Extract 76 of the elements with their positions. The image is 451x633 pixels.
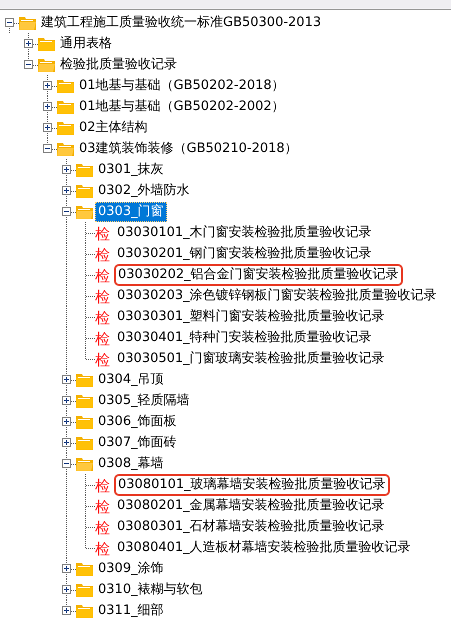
open-folder-icon <box>38 57 55 72</box>
record-icon: 检 <box>95 541 112 558</box>
tree-item[interactable]: 0304_吊顶 <box>95 370 167 390</box>
folder-icon <box>76 603 93 618</box>
tree-item[interactable]: 0301_抹灰 <box>95 160 167 180</box>
expand-icon[interactable] <box>62 375 71 384</box>
tree-item[interactable]: 0302_外墙防水 <box>95 180 193 200</box>
record-icon: 检 <box>95 289 112 306</box>
tree-item[interactable]: 0309_涂饰 <box>95 558 167 578</box>
collapse-icon[interactable] <box>24 60 33 69</box>
expand-icon[interactable] <box>62 585 71 594</box>
collapse-icon[interactable] <box>5 18 14 27</box>
collapse-icon[interactable] <box>62 459 71 468</box>
record-icon: 检 <box>95 331 112 348</box>
tree-item[interactable]: 03030301_塑料门窗安装检验批质量验收记录 <box>114 306 388 326</box>
tree-item[interactable]: 03030203_涂色镀锌钢板门窗安装检验批质量验收记录 <box>114 286 440 306</box>
expand-icon[interactable] <box>43 123 52 132</box>
record-icon: 检 <box>95 268 112 285</box>
expand-icon[interactable] <box>62 417 71 426</box>
tree-item[interactable]: 03080101_玻璃幕墙安装检验批质量验收记录 <box>114 474 390 496</box>
tree-item[interactable]: 03030101_木门窗安装检验批质量验收记录 <box>114 222 375 242</box>
expand-icon[interactable] <box>62 396 71 405</box>
folder-icon <box>76 582 93 597</box>
open-folder-icon <box>76 204 93 219</box>
folder-icon <box>57 99 74 114</box>
tree-item[interactable]: 02主体结构 <box>76 118 151 138</box>
tree-item[interactable]: 03建筑装饰装修（GB50210-2018） <box>76 138 301 158</box>
record-icon: 检 <box>95 499 112 516</box>
record-icon: 检 <box>95 226 112 243</box>
open-folder-icon <box>76 456 93 471</box>
tree-item[interactable]: 03080401_人造板材幕墙安装检验批质量验收记录 <box>114 538 414 558</box>
record-icon: 检 <box>95 247 112 264</box>
expand-icon[interactable] <box>62 564 71 573</box>
tree-item[interactable]: 检验批质量验收记录 <box>57 54 180 74</box>
expand-icon[interactable] <box>62 606 71 615</box>
folder-icon <box>76 372 93 387</box>
tree-item[interactable]: 0311_细部 <box>95 600 167 620</box>
tree-item[interactable]: 01地基与基础（GB50202-2018） <box>76 76 288 96</box>
tree-item[interactable]: 03080201_金属幕墙安装检验批质量验收记录 <box>114 496 388 516</box>
folder-icon <box>76 414 93 429</box>
record-icon: 检 <box>95 520 112 537</box>
tree-item[interactable]: 03030201_钢门窗安装检验批质量验收记录 <box>114 244 375 264</box>
expand-icon[interactable] <box>62 165 71 174</box>
open-folder-icon <box>19 15 36 30</box>
tree-item[interactable]: 01地基与基础（GB50202-2002） <box>76 96 288 116</box>
expand-icon[interactable] <box>62 438 71 447</box>
tree-item[interactable]: 0310_裱糊与软包 <box>95 580 206 600</box>
tree-item[interactable]: 0305_轻质隔墙 <box>95 390 193 410</box>
folder-icon <box>76 435 93 450</box>
expand-icon[interactable] <box>43 81 52 90</box>
collapse-icon[interactable] <box>43 144 52 153</box>
expand-icon[interactable] <box>24 39 33 48</box>
expand-icon[interactable] <box>62 186 71 195</box>
record-icon: 检 <box>95 310 112 327</box>
collapse-icon[interactable] <box>62 207 71 216</box>
tree-item[interactable]: 03080301_石材幕墙安装检验批质量验收记录 <box>114 516 388 536</box>
folder-icon <box>38 36 55 51</box>
folder-icon <box>76 183 93 198</box>
folder-icon <box>57 120 74 135</box>
tree-item[interactable]: 0307_饰面砖 <box>95 432 180 452</box>
tree-item[interactable]: 建筑工程施工质量验收统一标准GB50300-2013 <box>38 12 324 32</box>
folder-icon <box>76 162 93 177</box>
tree-item[interactable]: 0303_门窗 <box>95 202 167 222</box>
open-folder-icon <box>57 141 74 156</box>
folder-icon <box>76 561 93 576</box>
tree-item[interactable]: 通用表格 <box>57 34 115 54</box>
record-icon: 检 <box>95 352 112 369</box>
tree-item[interactable]: 0306_饰面板 <box>95 412 180 432</box>
tree-item[interactable]: 03030501_门窗玻璃安装检验批质量验收记录 <box>114 348 388 368</box>
tree-item[interactable]: 03030202_铝合金门窗安装检验批质量验收记录 <box>114 264 403 286</box>
record-icon: 检 <box>95 478 112 495</box>
tree-item[interactable]: 03030401_特种门安装检验批质量验收记录 <box>114 328 375 348</box>
folder-icon <box>76 393 93 408</box>
tree-item[interactable]: 0308_幕墙 <box>95 454 167 474</box>
expand-icon[interactable] <box>43 102 52 111</box>
folder-icon <box>57 78 74 93</box>
